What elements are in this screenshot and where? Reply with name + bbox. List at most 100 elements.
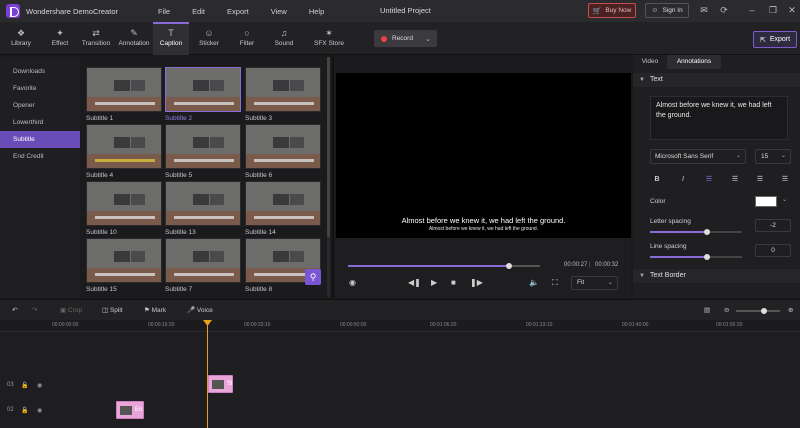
category-lowerthird[interactable]: Lowerthird [0,114,80,131]
template-tile[interactable]: Subtitle 5 [165,124,241,179]
scrubber-handle[interactable] [506,263,513,269]
tool-sfx-store[interactable]: ✶ SFX Store [309,22,349,55]
template-tile[interactable]: Subtitle 7 [165,238,241,293]
tool-library[interactable]: ❖ Library [3,22,39,55]
align-justify-icon[interactable]: ☰ [779,174,791,185]
template-tile[interactable]: Subtitle 10 [86,181,162,236]
template-tile[interactable]: Subtitle 1 [86,67,162,122]
bold-icon[interactable]: B [651,174,663,185]
eye-icon[interactable]: ◉ [37,382,42,389]
category-end-credit[interactable]: End Credit [0,148,80,165]
ruler-tick: 00:01:23:10 [526,322,553,328]
menu-help[interactable]: Help [309,7,324,16]
voice-button[interactable]: 🎤 Voice [187,306,213,314]
tool-sound[interactable]: ♫ Sound [266,22,302,55]
zoom-in-icon[interactable]: ⊕ [788,306,793,314]
preview-subtitle-main: Almost before we knew it, we had left th… [401,216,566,225]
timeline-ruler[interactable]: 00:00:00:00 00:00:16:20 00:00:33:10 00:0… [0,320,800,332]
sign-in-button[interactable]: ☺ Sign In [645,3,689,18]
search-icon[interactable]: ⚲ [305,269,321,285]
align-left-icon[interactable]: ☰ [703,174,715,185]
letter-spacing-slider[interactable] [650,229,742,235]
align-center-icon[interactable]: ☰ [729,174,741,185]
text-border-section-header[interactable]: ▼ Text Border [633,269,800,283]
next-frame-icon[interactable]: ❚▶ [470,278,483,287]
slider-handle[interactable] [761,308,767,314]
timeline-zoom-slider[interactable] [736,308,780,314]
category-opener[interactable]: Opener [0,97,80,114]
tool-caption[interactable]: T Caption [153,22,189,55]
mark-button[interactable]: ⚑ Mark [144,306,166,314]
zoom-out-icon[interactable]: ⊖ [724,306,729,314]
export-button[interactable]: ⇱ Export [753,31,797,48]
preview-scrubber[interactable] [348,263,540,269]
menu-view[interactable]: View [271,7,287,16]
category-favorite[interactable]: Favorite [0,80,80,97]
tool-annotation[interactable]: ✎ Annotation [116,22,152,55]
tab-video[interactable]: Video [633,55,667,69]
tool-filter[interactable]: ○ Filter [229,22,265,55]
lock-icon[interactable]: 🔓 [21,407,28,414]
timeline-playhead[interactable] [207,320,208,428]
line-spacing-slider[interactable] [650,254,742,260]
tool-sticker[interactable]: ☺ Sticker [191,22,227,55]
voice-label: Voice [196,307,213,314]
refresh-icon[interactable]: ⟳ [718,4,730,16]
volume-icon[interactable]: 🔈 [529,278,539,287]
minimize-icon[interactable]: – [746,4,758,16]
timeline-clip[interactable]: En [116,401,144,419]
template-thumbnail [245,67,321,112]
play-icon[interactable]: ▶ [431,278,437,287]
caption-text-input[interactable]: Almost before we knew it, we had left th… [650,96,788,140]
tool-transition[interactable]: ⇄ Transition [78,22,114,55]
record-button[interactable]: Record ⌄ [374,30,437,47]
menu-file[interactable]: File [158,7,170,16]
zoom-fit-select[interactable]: Fit ⌄ [571,276,618,290]
lock-icon[interactable]: 🔓 [21,382,28,389]
font-size-select[interactable]: 15 ⌄ [755,149,791,164]
template-tile[interactable]: Subtitle 6 [245,124,321,179]
letter-spacing-input[interactable]: -2 [755,219,791,232]
stop-icon[interactable]: ■ [451,278,456,287]
snapshot-camera-icon[interactable]: ◉ [349,278,356,287]
line-spacing-input[interactable]: 0 [755,244,791,257]
fullscreen-icon[interactable]: ⛶ [552,278,558,288]
menu-edit[interactable]: Edit [192,7,205,16]
text-section-header[interactable]: ▼ Text [633,73,800,87]
app-logo-icon [6,4,20,18]
timeline-clip[interactable]: Sl [208,375,233,393]
template-tile[interactable]: Subtitle 4 [86,124,162,179]
previous-frame-icon[interactable]: ◀❚ [408,278,421,287]
mail-icon[interactable]: ✉ [698,4,710,16]
category-subtitle[interactable]: Subtitle [0,131,80,148]
template-tile[interactable]: Subtitle 13 [165,181,241,236]
tab-annotations[interactable]: Annotations [667,55,721,69]
chevron-down-icon[interactable]: ⌄ [782,196,787,203]
fit-timeline-icon[interactable]: ▤ [704,306,710,314]
crop-button[interactable]: ▣ Crop [60,306,82,314]
category-downloads[interactable]: Downloads [0,63,80,80]
slider-handle[interactable] [704,254,711,260]
template-tile[interactable]: Subtitle 3 [245,67,321,122]
scrollbar-thumb[interactable] [327,57,330,237]
template-tile[interactable]: Subtitle 2 [165,67,241,122]
split-button[interactable]: ◫ Split [102,306,123,314]
font-family-select[interactable]: Microsoft Sans Serif ⌄ [650,149,746,164]
align-right-icon[interactable]: ☰ [754,174,766,185]
menu-export[interactable]: Export [227,7,249,16]
undo-icon[interactable]: ↶ [12,306,17,314]
template-thumbnail [245,181,321,226]
template-tile[interactable]: Subtitle 15 [86,238,162,293]
buy-now-button[interactable]: 🛒 Buy Now [588,3,636,18]
tool-effect[interactable]: ✦ Effect [42,22,78,55]
restore-icon[interactable]: ❐ [767,4,779,16]
redo-icon[interactable]: ↷ [32,306,37,314]
text-color-swatch[interactable] [755,196,777,207]
text-border-section-title: Text Border [650,272,686,279]
italic-icon[interactable]: I [677,174,689,185]
slider-handle[interactable] [704,229,711,235]
template-grid-scrollbar[interactable] [327,57,330,297]
template-tile[interactable]: Subtitle 14 [245,181,321,236]
eye-icon[interactable]: ◉ [37,407,42,414]
close-icon[interactable]: ✕ [786,4,798,16]
